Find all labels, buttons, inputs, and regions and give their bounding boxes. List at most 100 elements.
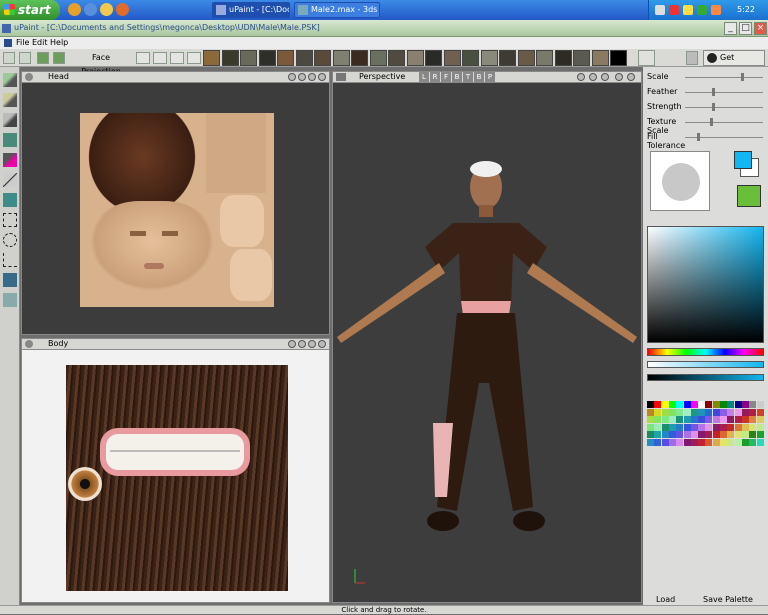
palette-color[interactable] [690, 438, 698, 446]
palette-color[interactable] [690, 408, 698, 416]
quicklaunch-firefox-icon[interactable] [116, 3, 129, 16]
palette-color[interactable] [749, 423, 757, 431]
palette-color[interactable] [749, 431, 757, 438]
palette-color[interactable] [661, 401, 669, 408]
layout-quad-icon[interactable] [187, 52, 201, 64]
palette-color[interactable] [705, 438, 713, 446]
persp-render-icon[interactable] [627, 73, 635, 81]
texture-swatch[interactable] [591, 50, 609, 66]
tray-alert-icon[interactable] [683, 5, 693, 15]
palette-color[interactable] [705, 408, 713, 416]
slider-knob[interactable] [697, 133, 701, 141]
palette-color[interactable] [705, 423, 713, 431]
palette-color[interactable] [683, 401, 691, 408]
palette-color[interactable] [720, 423, 727, 431]
texture-swatch[interactable] [517, 50, 535, 66]
quicklaunch-desktop-icon[interactable] [84, 3, 97, 16]
palette-color[interactable] [668, 438, 676, 446]
save-palette-button[interactable]: Save Palette [703, 595, 753, 604]
palette-color[interactable] [654, 416, 662, 423]
brush-preview[interactable] [650, 151, 710, 211]
palette-color[interactable] [654, 408, 662, 416]
head-fit-icon[interactable] [318, 73, 326, 81]
palette-color[interactable] [647, 431, 654, 438]
palette-color[interactable] [668, 401, 676, 408]
open-file-icon[interactable] [3, 52, 15, 64]
view-button-b-5[interactable]: B [474, 72, 484, 82]
texture-swatch[interactable] [351, 50, 368, 66]
palette-color[interactable] [698, 438, 706, 446]
palette-color[interactable] [741, 416, 749, 423]
task-3dsmax[interactable]: Male2.max - 3ds max... [294, 2, 380, 18]
palette-color[interactable] [698, 401, 706, 408]
undo-arrow-icon[interactable] [37, 52, 49, 64]
palette-color[interactable] [720, 431, 727, 438]
palette-color[interactable] [668, 431, 676, 438]
tint-slider[interactable] [647, 361, 764, 368]
palette-color[interactable] [705, 431, 713, 438]
palette-color[interactable] [654, 431, 662, 438]
tray-network-icon[interactable] [655, 5, 665, 15]
brush-tool-icon[interactable] [3, 73, 17, 87]
slider-track[interactable] [685, 122, 763, 123]
palette-color[interactable] [727, 431, 735, 438]
layout-split-icon[interactable] [153, 52, 167, 64]
palette-color[interactable] [683, 431, 691, 438]
texture-swatch[interactable] [573, 50, 590, 66]
texture-swatch[interactable] [425, 50, 442, 66]
rect-select-icon[interactable] [3, 213, 17, 227]
palette-color[interactable] [712, 423, 720, 431]
palette-color[interactable] [720, 408, 727, 416]
palette-color[interactable] [676, 438, 684, 446]
palette-color[interactable] [698, 416, 706, 423]
view-button-t-4[interactable]: T [463, 72, 473, 82]
perspective-viewport[interactable] [333, 83, 641, 602]
start-button[interactable]: start [0, 0, 60, 20]
palette-color[interactable] [734, 416, 742, 423]
foreground-color-swatch[interactable] [734, 151, 752, 169]
palette-color[interactable] [661, 416, 669, 423]
palette-color[interactable] [668, 416, 676, 423]
palette-color[interactable] [690, 431, 698, 438]
hue-slider[interactable] [647, 348, 764, 356]
tray-app-icon[interactable] [697, 5, 707, 15]
palette-color[interactable] [720, 401, 727, 408]
color-picker-field[interactable] [647, 226, 764, 343]
palette-color[interactable] [647, 401, 654, 408]
texture-swatch[interactable] [406, 50, 424, 66]
palette-color[interactable] [676, 423, 684, 431]
palette-color[interactable] [683, 408, 691, 416]
palette-color[interactable] [654, 423, 662, 431]
slider-track[interactable] [685, 92, 763, 93]
palette-color[interactable] [661, 408, 669, 416]
tray-volume-icon[interactable] [711, 5, 721, 15]
texture-swatch[interactable] [295, 50, 313, 66]
head-pin-icon[interactable] [288, 73, 296, 81]
slider-knob[interactable] [741, 73, 745, 81]
scroll-right-icon[interactable] [686, 51, 698, 65]
palette-color[interactable] [676, 408, 684, 416]
view-button-r-1[interactable]: R [430, 72, 440, 82]
palette-color[interactable] [756, 416, 764, 423]
line-tool-icon[interactable] [3, 173, 17, 187]
quicklaunch-browser-icon[interactable] [68, 3, 81, 16]
texture-swatch[interactable] [554, 50, 572, 66]
palette-color[interactable] [741, 401, 749, 408]
palette-color[interactable] [698, 431, 706, 438]
texture-swatch[interactable] [258, 50, 276, 66]
body-fit-icon[interactable] [318, 340, 326, 348]
palette-color[interactable] [727, 416, 735, 423]
save-file-icon[interactable] [19, 52, 31, 64]
slider-knob[interactable] [712, 88, 716, 96]
head-pan-icon[interactable] [298, 73, 306, 81]
palette-color[interactable] [647, 416, 654, 423]
palette-color[interactable] [756, 431, 764, 438]
palette-color[interactable] [727, 401, 735, 408]
palette-color[interactable] [749, 416, 757, 423]
texture-swatch[interactable] [240, 50, 257, 66]
palette-color[interactable] [734, 423, 742, 431]
redo-arrow-icon[interactable] [53, 52, 65, 64]
persp-zoom-icon[interactable] [601, 73, 609, 81]
palette-color[interactable] [712, 416, 720, 423]
palette-color[interactable] [727, 423, 735, 431]
